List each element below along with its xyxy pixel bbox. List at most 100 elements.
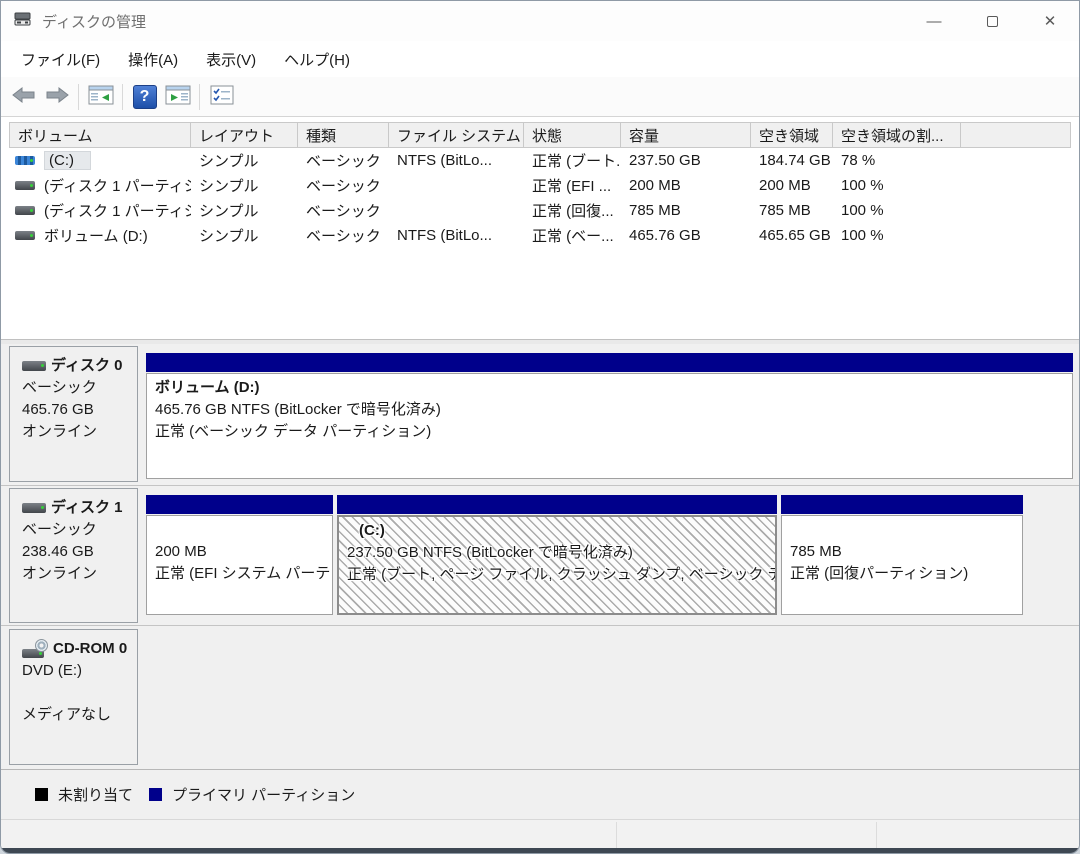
partition-title: (C:) [347,520,767,542]
disk1-c-partition-selected[interactable]: (C:) 237.50 GB NTFS (BitLocker で暗号化済み) 正… [337,515,777,615]
volume-drive-icon [15,231,35,240]
back-button[interactable] [7,82,40,112]
partition-title [155,519,324,541]
cdrom0-panel[interactable]: CD-ROM 0 DVD (E:) メディアなし [9,629,138,765]
menu-action[interactable]: 操作(A) [128,49,178,70]
disk-kind: ベーシック [22,519,137,541]
partition-status-line: 正常 (ブート, ページ ファイル, クラッシュ ダンプ, ベーシック データ … [347,564,767,586]
forward-arrow-icon [45,87,69,107]
cell-type: ベーシック [298,175,389,196]
volume-drive-icon [15,181,35,190]
legend-primary-label: プライマリ パーティション [172,784,355,805]
partition-status-line: 正常 (回復パーティション) [790,563,1014,585]
toolbar-separator [199,84,200,110]
disk-kind: ベーシック [22,377,137,399]
volume-status-line: 正常 (ベーシック データ パーティション) [155,421,1064,443]
minimize-icon: — [927,13,942,30]
column-header-type[interactable]: 種類 [298,122,389,148]
window-title: ディスクの管理 [42,11,146,32]
disk-name: CD-ROM 0 [53,638,127,660]
disk1-efi-partition[interactable]: 200 MB 正常 (EFI システム パーテ [146,515,333,615]
maximize-button[interactable] [963,1,1021,41]
legend-primary-swatch [149,788,162,801]
disk1-recovery-partition[interactable]: 785 MB 正常 (回復パーティション) [781,515,1023,615]
volume-name: (C:) [44,151,91,170]
cell-type: ベーシック [298,225,389,246]
disk-name: ディスク 1 [51,497,122,519]
volume-row-efi[interactable]: (ディスク 1 パーティシ... シンプル ベーシック 正常 (EFI ... … [9,173,1071,198]
column-header-layout[interactable]: レイアウト [191,122,298,148]
disk0-volume-d[interactable]: ボリューム (D:) 465.76 GB NTFS (BitLocker で暗号… [146,373,1073,479]
maximize-icon [987,16,998,27]
partition-size-line: 785 MB [790,541,1014,563]
volume-name: (ディスク 1 パーティシ... [44,175,191,196]
detail-pane-icon [165,85,191,109]
properties-icon [210,85,234,109]
volume-name: ボリューム (D:) [44,225,148,246]
disk-management-window: ディスクの管理 — ✕ ファイル(F) 操作(A) 表示(V) ヘルプ(H) [0,0,1080,854]
close-button[interactable]: ✕ [1021,1,1079,41]
cell-status: 正常 (EFI ... [524,175,621,196]
status-bar-separator [616,822,617,848]
cdrom-drive-letter: DVD (E:) [22,660,137,682]
column-header-freepct[interactable]: 空き領域の割... [833,122,961,148]
disk-row-separator [1,625,1079,626]
console-tree-icon [88,85,114,109]
disk-status: オンライン [22,563,137,585]
close-icon: ✕ [1044,12,1057,30]
disk1-partition3-strip [781,495,1023,514]
cell-freespace: 200 MB [751,177,833,194]
menu-bar: ファイル(F) 操作(A) 表示(V) ヘルプ(H) [1,41,1079,77]
disk-icon [22,361,46,371]
cell-capacity: 200 MB [621,177,751,194]
disk-row-separator [1,485,1079,486]
column-header-filesystem[interactable]: ファイル システム [389,122,524,148]
graphical-view: ディスク 0 ベーシック 465.76 GB オンライン ボリューム (D:) … [1,344,1079,769]
volume-row-recovery[interactable]: (ディスク 1 パーティシ... シンプル ベーシック 正常 (回復... 78… [9,198,1071,223]
column-header-capacity[interactable]: 容量 [621,122,751,148]
window-bottom-edge [1,848,1079,853]
cell-freepct: 100 % [833,227,961,244]
menu-file[interactable]: ファイル(F) [21,49,100,70]
menu-help[interactable]: ヘルプ(H) [284,49,350,70]
disk-size: 238.46 GB [22,541,137,563]
column-header-freespace[interactable]: 空き領域 [751,122,833,148]
disk1-partition2-strip [337,495,777,514]
column-header-filler [961,122,1071,148]
column-header-volume[interactable]: ボリューム [9,122,191,148]
properties-button[interactable] [205,82,238,112]
volume-row-d[interactable]: ボリューム (D:) シンプル ベーシック NTFS (BitLo... 正常 … [9,223,1071,248]
volume-list: ボリューム レイアウト 種類 ファイル システム 状態 容量 空き領域 空き領域… [1,117,1079,339]
menu-view[interactable]: 表示(V) [206,49,256,70]
volume-drive-icon [15,206,35,215]
cell-status: 正常 (回復... [524,200,621,221]
disk1-partition1-strip [146,495,333,514]
cell-freespace: 785 MB [751,202,833,219]
legend-bar: 未割り当て プライマリ パーティション [1,769,1079,819]
volume-drive-icon [15,156,35,165]
minimize-button[interactable]: — [905,1,963,41]
app-icon [14,11,32,31]
cell-layout: シンプル [191,150,298,171]
back-arrow-icon [12,87,36,107]
cell-status: 正常 (ベー... [524,225,621,246]
help-button[interactable]: ? [128,82,161,112]
status-bar [1,819,1079,850]
detail-pane-button[interactable] [161,82,194,112]
legend-unallocated-label: 未割り当て [58,784,133,805]
disk-name: ディスク 0 [51,355,122,377]
cell-freepct: 78 % [833,152,961,169]
cell-filesystem: NTFS (BitLo... [389,152,524,169]
column-header-status[interactable]: 状態 [524,122,621,148]
help-icon: ? [133,85,157,109]
cell-freespace: 465.65 GB [751,227,833,244]
disk1-panel[interactable]: ディスク 1 ベーシック 238.46 GB オンライン [9,488,138,623]
console-tree-button[interactable] [84,82,117,112]
forward-button[interactable] [40,82,73,112]
cdrom-media-status: メディアなし [22,704,137,726]
cell-freepct: 100 % [833,202,961,219]
disk0-panel[interactable]: ディスク 0 ベーシック 465.76 GB オンライン [9,346,138,482]
partition-status-line: 正常 (EFI システム パーテ [155,563,324,585]
cell-freespace: 184.74 GB [751,152,833,169]
volume-row-c[interactable]: (C:) シンプル ベーシック NTFS (BitLo... 正常 (ブート..… [9,148,1071,173]
